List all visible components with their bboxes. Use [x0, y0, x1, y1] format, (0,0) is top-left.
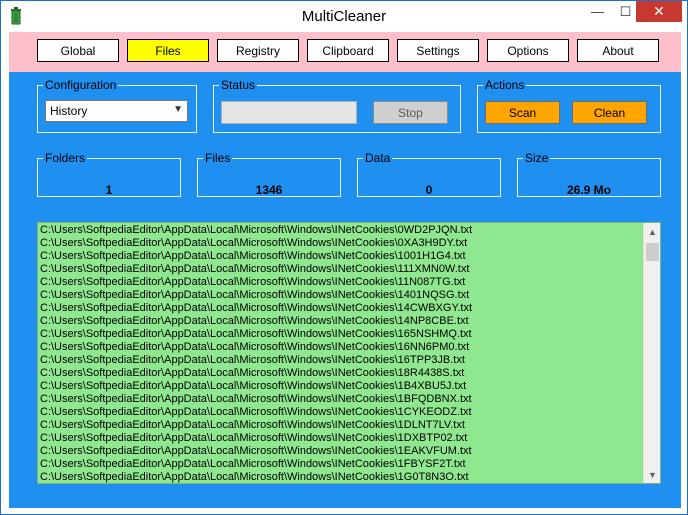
size-group: Size 26.9 Mo: [517, 151, 661, 197]
list-item[interactable]: C:\Users\SoftpediaEditor\AppData\Local\M…: [40, 302, 642, 315]
list-item[interactable]: C:\Users\SoftpediaEditor\AppData\Local\M…: [40, 276, 642, 289]
data-group: Data 0: [357, 151, 501, 197]
tab-files[interactable]: Files: [127, 39, 209, 62]
list-item[interactable]: C:\Users\SoftpediaEditor\AppData\Local\M…: [40, 458, 642, 471]
list-item[interactable]: C:\Users\SoftpediaEditor\AppData\Local\M…: [40, 380, 642, 393]
list-item[interactable]: C:\Users\SoftpediaEditor\AppData\Local\M…: [40, 419, 642, 432]
configuration-select[interactable]: History ▼: [45, 100, 188, 122]
list-item[interactable]: C:\Users\SoftpediaEditor\AppData\Local\M…: [40, 393, 642, 406]
folders-label: Folders: [45, 151, 86, 165]
tab-clipboard[interactable]: Clipboard: [307, 39, 389, 62]
status-legend: Status: [221, 78, 256, 92]
size-label: Size: [525, 151, 549, 165]
close-button[interactable]: ✕: [636, 1, 682, 22]
status-progress: [221, 101, 357, 124]
scroll-thumb[interactable]: [646, 243, 659, 261]
clean-button[interactable]: Clean: [572, 101, 647, 124]
list-item[interactable]: C:\Users\SoftpediaEditor\AppData\Local\M…: [40, 367, 642, 380]
list-item[interactable]: C:\Users\SoftpediaEditor\AppData\Local\M…: [40, 445, 642, 458]
files-group: Files 1346: [197, 151, 341, 197]
vertical-scrollbar[interactable]: ▲ ▼: [643, 223, 660, 483]
actions-legend: Actions: [485, 78, 525, 92]
list-item[interactable]: C:\Users\SoftpediaEditor\AppData\Local\M…: [40, 289, 642, 302]
file-list: C:\Users\SoftpediaEditor\AppData\Local\M…: [40, 224, 642, 483]
folders-group: Folders 1: [37, 151, 181, 197]
files-count: 1346: [255, 183, 283, 197]
data-label: Data: [365, 151, 391, 165]
tab-about[interactable]: About: [577, 39, 659, 62]
title-bar[interactable]: MultiCleaner — ☐ ✕: [1, 1, 687, 32]
list-item[interactable]: C:\Users\SoftpediaEditor\AppData\Local\M…: [40, 315, 642, 328]
tab-registry[interactable]: Registry: [217, 39, 299, 62]
scroll-down-icon[interactable]: ▼: [644, 466, 660, 483]
size-value: 26.9 Mo: [566, 183, 611, 197]
configuration-selected: History: [50, 104, 88, 118]
list-item[interactable]: C:\Users\SoftpediaEditor\AppData\Local\M…: [40, 341, 642, 354]
configuration-legend: Configuration: [45, 78, 117, 92]
list-item[interactable]: C:\Users\SoftpediaEditor\AppData\Local\M…: [40, 432, 642, 445]
chevron-down-icon[interactable]: ▼: [173, 104, 183, 115]
stop-button[interactable]: Stop: [373, 101, 448, 124]
scan-button[interactable]: Scan: [485, 101, 560, 124]
list-item[interactable]: C:\Users\SoftpediaEditor\AppData\Local\M…: [40, 224, 642, 237]
folders-count: 1: [105, 183, 113, 197]
app-window: MultiCleaner — ☐ ✕ Global Files Registry…: [0, 0, 688, 515]
tab-options[interactable]: Options: [487, 39, 569, 62]
client-area: Global Files Registry Clipboard Settings…: [9, 32, 681, 508]
tab-bar: Global Files Registry Clipboard Settings…: [9, 32, 681, 72]
data-count: 0: [425, 183, 433, 197]
file-listbox[interactable]: C:\Users\SoftpediaEditor\AppData\Local\M…: [37, 222, 661, 484]
maximize-button[interactable]: ☐: [612, 1, 639, 22]
list-item[interactable]: C:\Users\SoftpediaEditor\AppData\Local\M…: [40, 406, 642, 419]
minimize-button[interactable]: —: [584, 1, 611, 22]
tab-settings[interactable]: Settings: [397, 39, 479, 62]
tab-global[interactable]: Global: [37, 39, 119, 62]
list-item[interactable]: C:\Users\SoftpediaEditor\AppData\Local\M…: [40, 250, 642, 263]
list-item[interactable]: C:\Users\SoftpediaEditor\AppData\Local\M…: [40, 354, 642, 367]
list-item[interactable]: C:\Users\SoftpediaEditor\AppData\Local\M…: [40, 263, 642, 276]
scroll-up-icon[interactable]: ▲: [644, 223, 660, 240]
list-item[interactable]: C:\Users\SoftpediaEditor\AppData\Local\M…: [40, 237, 642, 250]
files-label: Files: [205, 151, 231, 165]
list-item[interactable]: C:\Users\SoftpediaEditor\AppData\Local\M…: [40, 471, 642, 483]
list-item[interactable]: C:\Users\SoftpediaEditor\AppData\Local\M…: [40, 328, 642, 341]
